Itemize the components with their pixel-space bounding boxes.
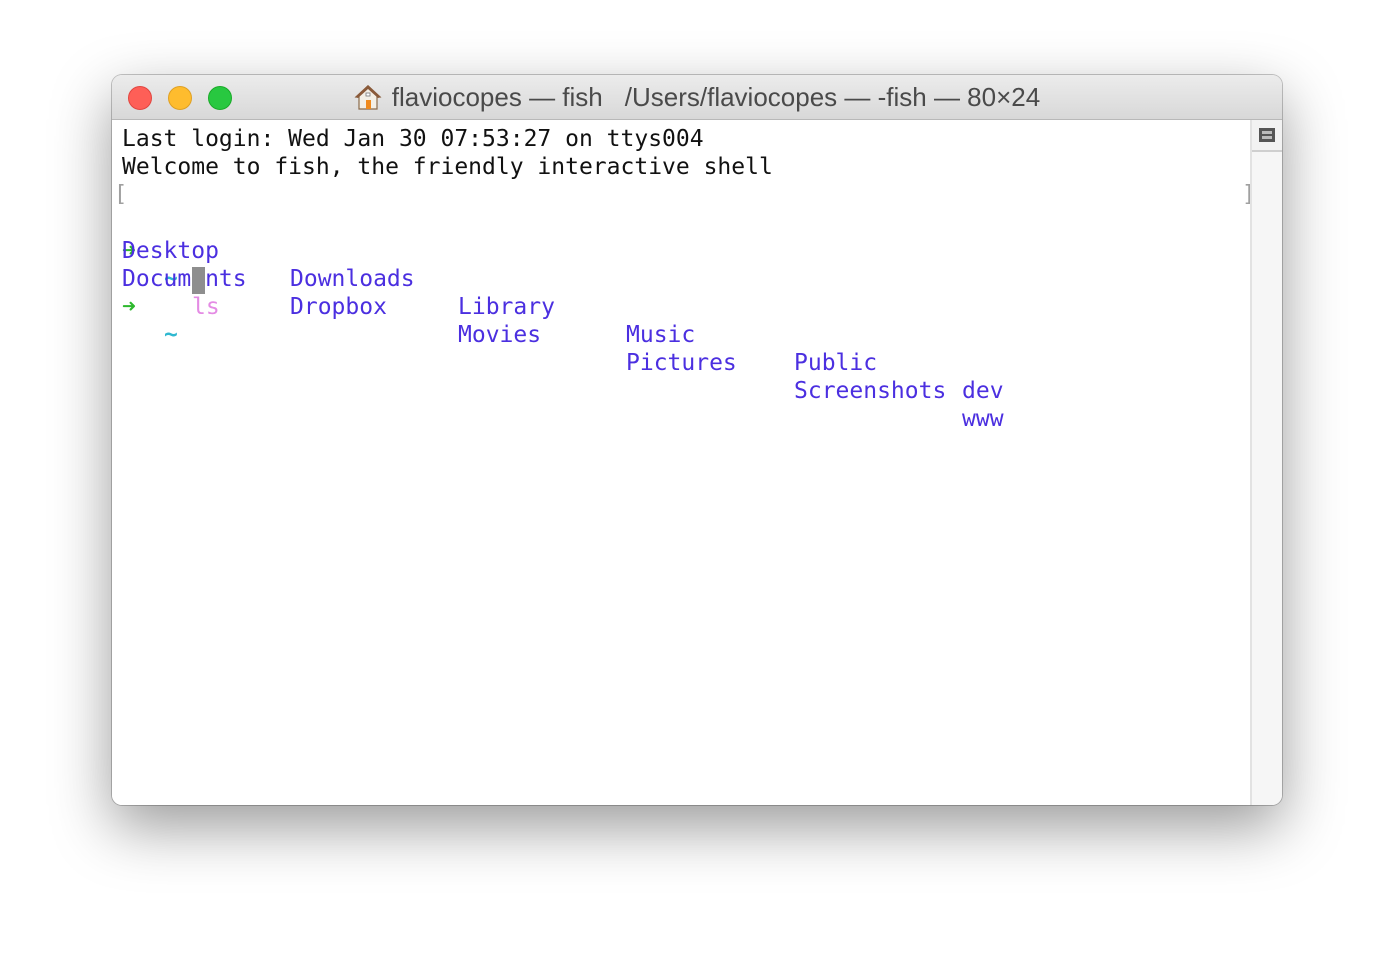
ls-output-row-1: Desktop Downloads Library Music Public d…: [112, 209, 1112, 404]
prompt-arrow-icon: ➜: [122, 294, 136, 320]
window-title: flaviocopes — fish /Users/flaviocopes — …: [112, 75, 1282, 119]
title-primary: flaviocopes — fish: [391, 81, 603, 112]
prompt-cwd: ~: [164, 322, 178, 348]
text-cursor: [192, 267, 205, 294]
title-secondary: /Users/flaviocopes — -fish — 80×24: [624, 81, 1041, 112]
mark-bracket-open: [: [114, 182, 128, 207]
scrollbar-gutter[interactable]: [1250, 120, 1282, 805]
directory-entry: Dropbox: [290, 294, 387, 320]
terminal-window: flaviocopes — fish /Users/flaviocopes — …: [112, 75, 1282, 805]
prompt-line-ls: [ ➜ ~ ls ]: [112, 181, 1255, 320]
title-bar[interactable]: flaviocopes — fish /Users/flaviocopes — …: [112, 75, 1282, 120]
directory-entry: Public: [794, 350, 878, 376]
directory-entry: Pictures: [626, 350, 737, 376]
command-text: ls: [192, 294, 220, 320]
welcome-line: Welcome to fish, the friendly interactiv…: [122, 154, 773, 180]
ls-output-row-2: Documents Dropbox Movies Pictures Screen…: [112, 237, 1112, 432]
split-pane-icon: [1259, 128, 1275, 142]
home-icon: [354, 85, 382, 110]
directory-entry: Movies: [458, 322, 542, 348]
terminal-output[interactable]: Last login: Wed Jan 30 07:53:27 on ttys0…: [112, 120, 1255, 805]
directory-entry: Music: [626, 322, 696, 348]
prompt-line-current[interactable]: ➜ ~: [112, 265, 1252, 348]
split-pane-button[interactable]: [1252, 120, 1282, 152]
directory-entry: Library: [458, 294, 555, 320]
last-login-line: Last login: Wed Jan 30 07:53:27 on ttys0…: [122, 126, 704, 152]
directory-entry: Screenshots: [794, 378, 947, 404]
directory-entry: dev: [962, 378, 1004, 404]
directory-entry: www: [962, 406, 1004, 432]
